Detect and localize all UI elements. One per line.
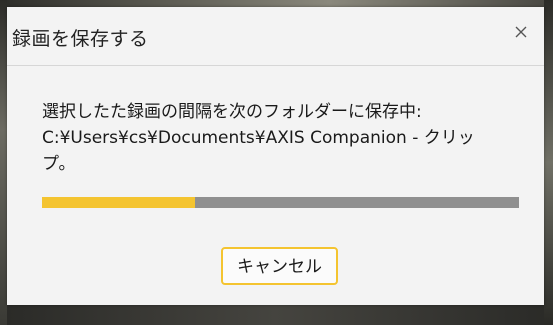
close-button[interactable]: [508, 19, 534, 45]
dialog-body: 選択したた録画の間隔を次のフォルダーに保存中: C:¥Users¥cs¥Docu…: [7, 66, 544, 305]
background-right-edge: [544, 0, 553, 325]
dialog-title: 録画を保存する: [12, 28, 149, 50]
progress-bar-fill: [42, 197, 195, 208]
background-left-edge: [0, 0, 7, 325]
save-status-message: 選択したた録画の間隔を次のフォルダーに保存中: C:¥Users¥cs¥Docu…: [42, 102, 475, 174]
dialog-titlebar: 録画を保存する: [7, 7, 544, 66]
background-bottom-edge: [7, 305, 544, 325]
cancel-button[interactable]: キャンセル: [221, 247, 338, 285]
save-recording-dialog: 録画を保存する 選択したた録画の間隔を次のフォルダーに保存中: C:¥Users…: [7, 7, 544, 305]
close-icon: [515, 26, 527, 38]
background-top-edge: [7, 0, 544, 7]
progress-bar: [42, 197, 519, 208]
